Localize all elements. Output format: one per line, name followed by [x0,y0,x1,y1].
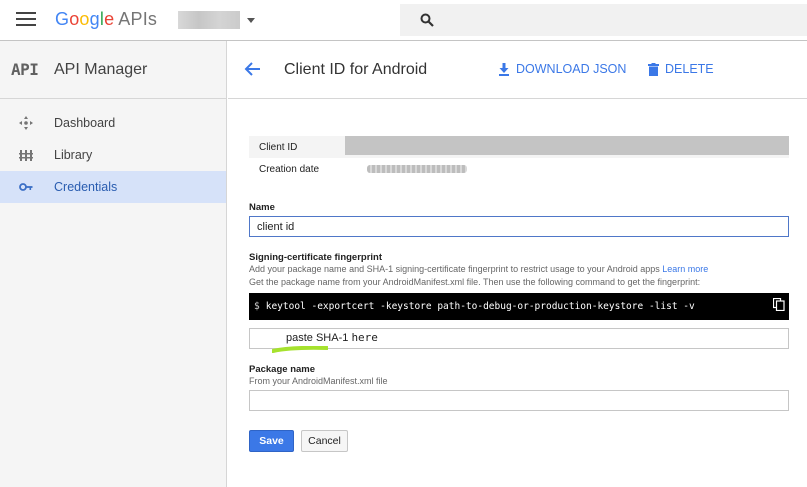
save-button[interactable]: Save [249,430,294,452]
delete-button[interactable]: DELETE [648,62,714,76]
client-id-value-redacted [345,136,789,155]
sidebar: API API Manager Dashboard Library Creden… [0,41,227,487]
client-id-label: Client ID [259,142,298,153]
library-icon [19,150,33,161]
google-wordmark: Google [55,9,115,29]
fingerprint-label: Signing-certificate fingerprint [249,252,383,263]
search-icon [420,13,434,27]
delete-label: DELETE [665,62,714,76]
search-input[interactable] [400,4,807,36]
back-arrow-icon[interactable] [244,60,262,78]
sidebar-nav: Dashboard Library Credentials [0,99,226,203]
keytool-command: keytool -exportcert -keystore path-to-de… [265,301,695,312]
command-prompt: $ [254,301,260,312]
download-json-label: DOWNLOAD JSON [516,62,627,76]
creation-date-row: Creation date [249,158,789,180]
project-selector[interactable] [178,10,255,30]
learn-more-link[interactable]: Learn more [662,264,708,274]
sidebar-item-label: Library [54,148,93,162]
page-title: Client ID for Android [284,61,428,78]
fingerprint-description-text: Add your package name and SHA-1 signing-… [249,264,660,274]
google-apis-logo[interactable]: Google APIs [55,9,157,30]
key-icon [19,183,33,191]
client-info-table: Client ID Creation date [249,136,789,180]
dashboard-icon [19,116,33,130]
cancel-button[interactable]: Cancel [301,430,348,452]
project-name-redacted [178,11,240,29]
sidebar-item-dashboard[interactable]: Dashboard [0,107,226,139]
sidebar-header: API API Manager [0,41,226,99]
trash-icon [648,62,659,76]
menu-icon[interactable] [16,12,36,28]
sha1-annotation-prefix: paste SHA-1 [286,332,349,344]
sha1-annotation: paste SHA-1 here [286,331,378,344]
annotation-highlight-stroke [272,346,328,353]
top-app-bar: Google APIs [0,0,807,41]
sidebar-title: API Manager [54,61,148,78]
sidebar-item-credentials[interactable]: Credentials [0,171,226,203]
sidebar-item-library[interactable]: Library [0,139,226,171]
sidebar-item-label: Dashboard [54,116,116,130]
package-name-label: Package name [249,364,316,375]
package-name-description: From your AndroidManifest.xml file [249,376,388,386]
sha1-annotation-suffix: here [351,331,378,344]
name-field[interactable] [249,216,789,237]
download-icon [499,62,509,76]
creation-date-value-redacted [367,165,467,173]
chevron-down-icon [247,17,255,23]
fingerprint-description: Add your package name and SHA-1 signing-… [249,264,708,274]
api-badge-icon: API [11,60,39,79]
copy-icon[interactable] [773,298,785,311]
creation-date-label: Creation date [259,164,320,175]
fingerprint-instructions: Get the package name from your AndroidMa… [249,277,701,287]
download-json-button[interactable]: DOWNLOAD JSON [498,62,626,76]
keytool-command-block: $ keytool -exportcert -keystore path-to-d… [249,293,789,320]
name-label: Name [249,202,275,213]
client-id-row: Client ID [249,136,789,158]
sidebar-item-label: Credentials [54,180,118,194]
package-name-field[interactable] [249,390,789,411]
apis-wordmark: APIs [118,9,158,29]
page-header: Client ID for Android DOWNLOAD JSON DELE… [228,41,807,99]
